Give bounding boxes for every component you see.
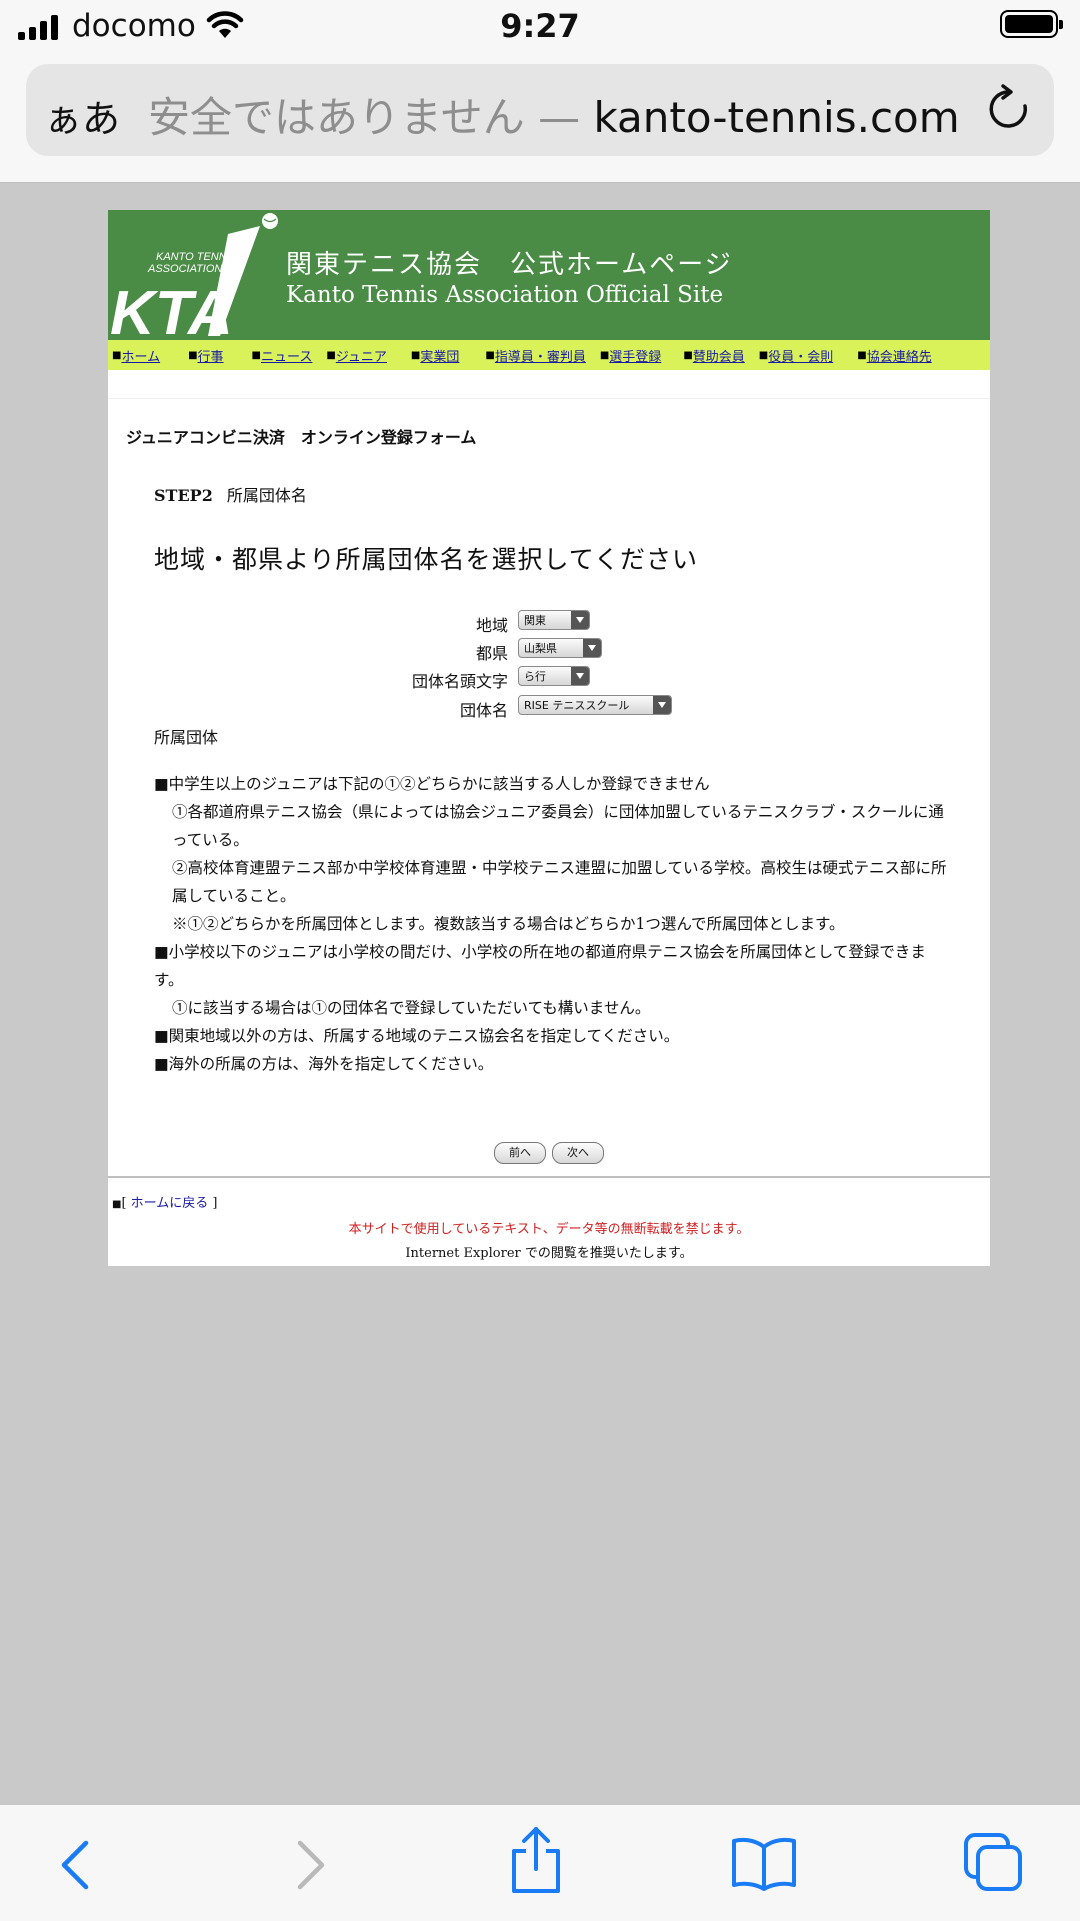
back-icon[interactable] xyxy=(56,1835,96,1895)
note-line: ■関東地域以外の方は、所属する地域のテニス協会名を指定してください。 xyxy=(154,1027,680,1045)
form-title: ジュニアコンビニ決済 オンライン登録フォーム xyxy=(126,428,477,447)
browser-toolbar xyxy=(0,1804,1080,1921)
region-value: 関東 xyxy=(524,614,546,627)
nav-instructors[interactable]: 指導員・審判員 xyxy=(495,346,586,365)
tabs-icon[interactable] xyxy=(962,1831,1024,1893)
footer-divider xyxy=(108,1176,990,1178)
prefecture-select[interactable]: 山梨県 xyxy=(518,638,602,658)
organization-label: 団体名 xyxy=(459,701,508,720)
initial-select[interactable]: ら行 xyxy=(518,666,590,686)
status-bar: docomo 9:27 xyxy=(0,0,1080,58)
organization-select[interactable]: RISE テニススクール xyxy=(518,695,672,715)
site-title-en: Kanto Tennis Association Official Site xyxy=(286,282,724,308)
nav-corporate[interactable]: 実業団 xyxy=(420,346,459,365)
prefecture-label: 都県 xyxy=(475,644,508,663)
chevron-down-icon xyxy=(583,639,601,657)
region-label: 地域 xyxy=(475,616,508,635)
nav-events[interactable]: 行事 xyxy=(198,346,224,365)
text-size-button[interactable]: ぁあ xyxy=(44,88,120,143)
affiliation-label: 所属団体 xyxy=(154,728,219,747)
note-line: ■海外の所属の方は、海外を指定してください。 xyxy=(154,1055,494,1073)
initial-label: 団体名頭文字 xyxy=(411,672,508,691)
initial-row: 団体名頭文字 ら行 xyxy=(108,666,990,692)
note-line: ※①②どちらかを所属団体とします。複数該当する場合はどちらか1つ選んで所属団体と… xyxy=(172,915,845,933)
nav-supporters[interactable]: 賛助会員 xyxy=(693,346,745,365)
bookmarks-icon[interactable] xyxy=(730,1835,798,1891)
form-heading: 地域・都県より所属団体名を選択してください xyxy=(154,545,699,574)
clock: 9:27 xyxy=(500,7,580,45)
reload-icon[interactable] xyxy=(986,84,1032,134)
site-title-jp: 関東テニス協会 公式ホームページ xyxy=(286,250,733,280)
nav-player-registration[interactable]: 選手登録 xyxy=(609,346,661,365)
nav-home[interactable]: ホーム xyxy=(121,346,160,365)
nav-contact[interactable]: 協会連絡先 xyxy=(867,346,932,365)
copyright-notice: 本サイトで使用しているテキスト、データ等の無断転載を禁じます。 xyxy=(348,1222,750,1237)
home-link[interactable]: ホームに戻る xyxy=(131,1196,209,1211)
prev-button[interactable]: 前へ xyxy=(494,1142,546,1164)
site-nav: ■ ホーム ■ 行事 ■ ニュース ■ ジュニア ■ 実業団 ■ 指導員・審判員 ■ 選手登録… xyxy=(108,340,990,370)
chevron-down-icon xyxy=(571,611,589,629)
battery-icon xyxy=(1000,10,1063,38)
nav-junior[interactable]: ジュニア xyxy=(336,346,387,365)
kta-logo: KANTO TENNIS ASSOCIATION KTA xyxy=(110,213,278,340)
url-text[interactable]: 安全ではありません — kanto-tennis.com xyxy=(148,84,960,145)
initial-value: ら行 xyxy=(524,670,546,683)
note-line: ①各都道府県テニス協会（県によっては協会ジュニア委員会）に団体加盟しているテニス… xyxy=(172,803,944,849)
step-indicator: STEP2 所属団体名 xyxy=(154,482,307,506)
home-link-row: ■[ ホームに戻る ] xyxy=(112,1196,218,1211)
insecure-warning: 安全ではありません — xyxy=(148,93,581,142)
forward-icon[interactable] xyxy=(290,1835,330,1895)
address-bar-area: ぁあ 安全ではありません — kanto-tennis.com xyxy=(0,58,1080,183)
web-page: KANTO TENNIS ASSOCIATION KTA 関東テニス協会 公式ホ… xyxy=(108,210,990,1266)
next-button[interactable]: 次へ xyxy=(552,1142,604,1164)
chevron-down-icon xyxy=(571,667,589,685)
organization-row: 団体名 RISE テニススクール xyxy=(108,695,990,721)
prefecture-value: 山梨県 xyxy=(524,642,557,655)
nav-officers[interactable]: 役員・会則 xyxy=(768,346,833,365)
organization-value: RISE テニススクール xyxy=(524,699,630,712)
share-icon[interactable] xyxy=(508,1825,564,1895)
svg-text:ASSOCIATION: ASSOCIATION xyxy=(147,263,222,275)
chevron-down-icon xyxy=(653,696,671,714)
step-name: 所属団体名 xyxy=(226,486,307,505)
url-domain: kanto-tennis.com xyxy=(593,93,960,142)
form-buttons: 前へ 次へ xyxy=(108,1142,990,1164)
address-bar[interactable]: ぁあ 安全ではありません — kanto-tennis.com xyxy=(26,64,1054,156)
region-select[interactable]: 関東 xyxy=(518,610,590,630)
step-label: STEP2 xyxy=(154,486,213,505)
registration-notes: ■中学生以上のジュニアは下記の①②どちらかに該当する人しか登録できません ①各都… xyxy=(154,770,954,1078)
note-line: ①に該当する場合は①の団体名で登録していただいても構いません。 xyxy=(172,999,651,1017)
note-line: ■小学校以下のジュニアは小学校の間だけ、小学校の所在地の都道府県テニス協会を所属… xyxy=(154,943,926,989)
site-banner: KANTO TENNIS ASSOCIATION KTA 関東テニス協会 公式ホ… xyxy=(108,210,990,340)
region-row: 地域 関東 xyxy=(108,610,990,636)
note-line: ②高校体育連盟テニス部か中学校体育連盟・中学校テニス連盟に加盟している学校。高校… xyxy=(172,859,947,905)
note-line: ■中学生以上のジュニアは下記の①②どちらかに該当する人しか登録できません xyxy=(154,775,710,793)
browser-notice: Internet Explorer での閲覧を推奨いたします。 xyxy=(405,1246,693,1261)
prefecture-row: 都県 山梨県 xyxy=(108,638,990,664)
divider xyxy=(108,398,990,399)
nav-news[interactable]: ニュース xyxy=(261,346,312,365)
